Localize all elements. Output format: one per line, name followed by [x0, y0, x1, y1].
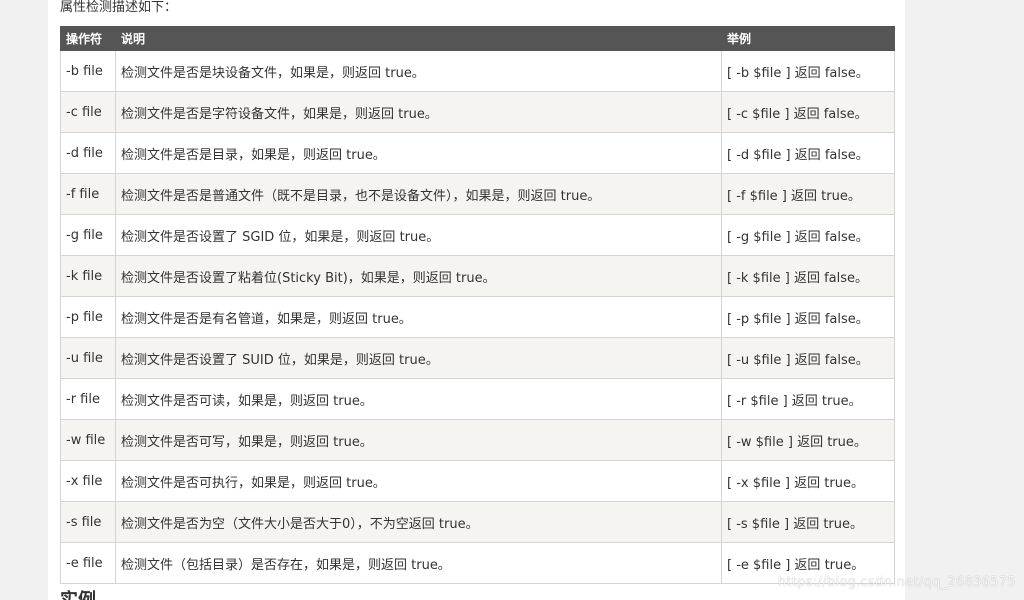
file-test-operators-table: 操作符 说明 举例 -b file 检测文件是否是块设备文件，如果是，则返回 t…	[60, 26, 895, 584]
article-content: 属性检测描述如下： 操作符 说明 举例 -b file 检测文件是否是块设备文件…	[48, 0, 905, 600]
cell-description: 检测文件是否为空（文件大小是否大于0），不为空返回 true。	[115, 501, 722, 543]
header-description: 说明	[115, 26, 722, 51]
cell-example: [ -w $file ] 返回 true。	[721, 419, 895, 461]
cell-operator: -w file	[60, 419, 116, 461]
cell-example: [ -b $file ] 返回 false。	[721, 50, 895, 92]
page: 属性检测描述如下： 操作符 说明 举例 -b file 检测文件是否是块设备文件…	[0, 0, 1024, 600]
cell-operator: -f file	[60, 173, 116, 215]
header-example: 举例	[721, 26, 895, 51]
cell-description: 检测文件是否设置了 SUID 位，如果是，则返回 true。	[115, 337, 722, 379]
table-row: -f file 检测文件是否是普通文件（既不是目录，也不是设备文件），如果是，则…	[60, 173, 895, 215]
table-row: -w file 检测文件是否可写，如果是，则返回 true。 [ -w $fil…	[60, 419, 895, 461]
table-header-row: 操作符 说明 举例	[60, 26, 895, 51]
cell-description: 检测文件是否可写，如果是，则返回 true。	[115, 419, 722, 461]
cell-description: 检测文件是否是目录，如果是，则返回 true。	[115, 132, 722, 174]
table-row: -s file 检测文件是否为空（文件大小是否大于0），不为空返回 true。 …	[60, 501, 895, 543]
cell-operator: -k file	[60, 255, 116, 297]
table-row: -e file 检测文件（包括目录）是否存在，如果是，则返回 true。 [ -…	[60, 542, 895, 584]
table-row: -d file 检测文件是否是目录，如果是，则返回 true。 [ -d $fi…	[60, 132, 895, 174]
cell-description: 检测文件是否是字符设备文件，如果是，则返回 true。	[115, 91, 722, 133]
cell-description: 检测文件是否是普通文件（既不是目录，也不是设备文件），如果是，则返回 true。	[115, 173, 722, 215]
cell-operator: -d file	[60, 132, 116, 174]
cell-example: [ -k $file ] 返回 false。	[721, 255, 895, 297]
cell-example: [ -f $file ] 返回 true。	[721, 173, 895, 215]
table-row: -p file 检测文件是否是有名管道，如果是，则返回 true。 [ -p $…	[60, 296, 895, 338]
cell-description: 检测文件是否可执行，如果是，则返回 true。	[115, 460, 722, 502]
cell-operator: -p file	[60, 296, 116, 338]
header-operator: 操作符	[60, 26, 116, 51]
table-row: -u file 检测文件是否设置了 SUID 位，如果是，则返回 true。 […	[60, 337, 895, 379]
cell-operator: -g file	[60, 214, 116, 256]
cell-operator: -c file	[60, 91, 116, 133]
cell-example: [ -r $file ] 返回 true。	[721, 378, 895, 420]
cell-description: 检测文件是否可读，如果是，则返回 true。	[115, 378, 722, 420]
cell-operator: -s file	[60, 501, 116, 543]
cell-example: [ -u $file ] 返回 false。	[721, 337, 895, 379]
section-heading-example: 实例	[60, 591, 96, 600]
cell-operator: -b file	[60, 50, 116, 92]
cell-example: [ -c $file ] 返回 false。	[721, 91, 895, 133]
cell-description: 检测文件是否设置了 SGID 位，如果是，则返回 true。	[115, 214, 722, 256]
cell-operator: -e file	[60, 542, 116, 584]
cell-description: 检测文件是否设置了粘着位(Sticky Bit)，如果是，则返回 true。	[115, 255, 722, 297]
table-header: 操作符 说明 举例	[60, 26, 895, 51]
table-row: -k file 检测文件是否设置了粘着位(Sticky Bit)，如果是，则返回…	[60, 255, 895, 297]
cell-example: [ -x $file ] 返回 true。	[721, 460, 895, 502]
cell-operator: -r file	[60, 378, 116, 420]
cell-example: [ -s $file ] 返回 true。	[721, 501, 895, 543]
cell-example: [ -g $file ] 返回 false。	[721, 214, 895, 256]
cell-operator: -u file	[60, 337, 116, 379]
cell-description: 检测文件是否是有名管道，如果是，则返回 true。	[115, 296, 722, 338]
table-row: -r file 检测文件是否可读，如果是，则返回 true。 [ -r $fil…	[60, 378, 895, 420]
table-row: -c file 检测文件是否是字符设备文件，如果是，则返回 true。 [ -c…	[60, 91, 895, 133]
cell-operator: -x file	[60, 460, 116, 502]
table-row: -b file 检测文件是否是块设备文件，如果是，则返回 true。 [ -b …	[60, 50, 895, 92]
cell-example: [ -d $file ] 返回 false。	[721, 132, 895, 174]
table-body: -b file 检测文件是否是块设备文件，如果是，则返回 true。 [ -b …	[60, 50, 895, 584]
table-row: -x file 检测文件是否可执行，如果是，则返回 true。 [ -x $fi…	[60, 460, 895, 502]
cell-description: 检测文件（包括目录）是否存在，如果是，则返回 true。	[115, 542, 722, 584]
watermark-url: https://blog.csdn.net/qq_26836575	[777, 575, 1016, 590]
cell-description: 检测文件是否是块设备文件，如果是，则返回 true。	[115, 50, 722, 92]
intro-text: 属性检测描述如下：	[60, 0, 178, 15]
cell-example: [ -p $file ] 返回 false。	[721, 296, 895, 338]
table-row: -g file 检测文件是否设置了 SGID 位，如果是，则返回 true。 […	[60, 214, 895, 256]
